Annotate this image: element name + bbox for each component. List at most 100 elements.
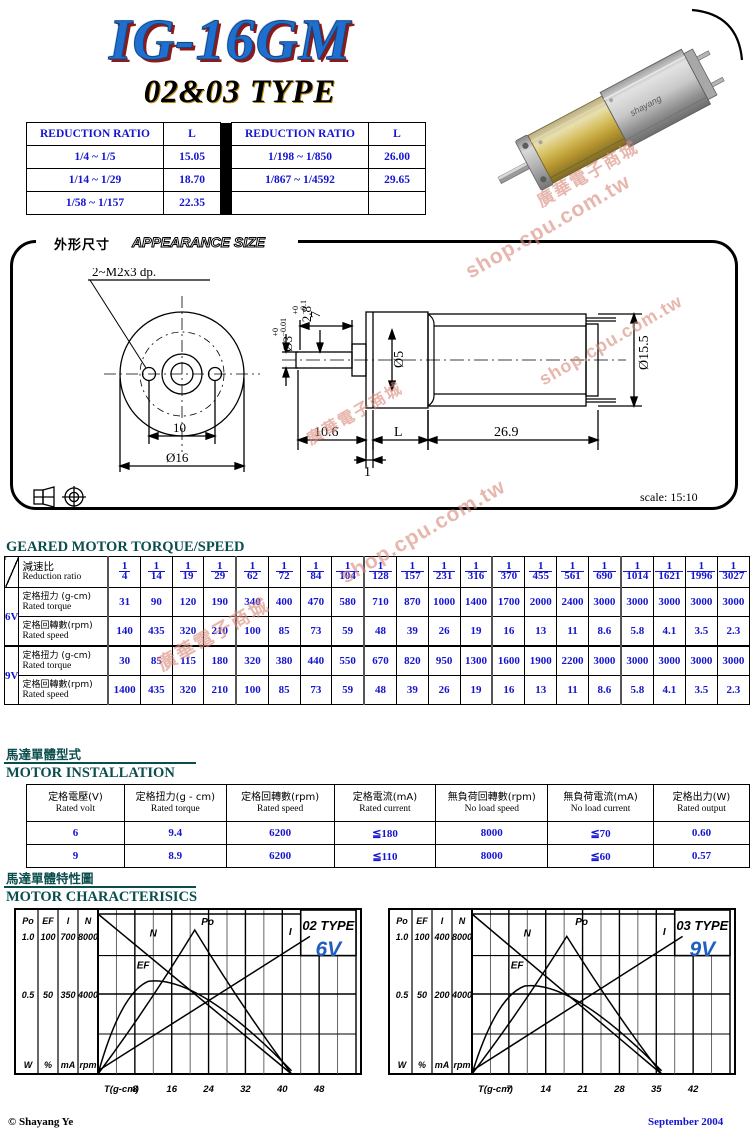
ts-speed-cell: 11 bbox=[556, 675, 589, 705]
chart-xtick: 14 bbox=[540, 1084, 551, 1095]
chart-axis-tick-mid: 50 bbox=[43, 990, 53, 1000]
ts-torque-cell: 3000 bbox=[587, 645, 622, 676]
mi-header-cell: 無負荷回轉數(rpm) No load speed bbox=[435, 784, 549, 822]
motor-characteristic-chart-02type: Po 1.0 0.5 W EF 100 50% I 700 350 mA N 8000 4000 rpm 02… bbox=[14, 908, 362, 1109]
ts-torque-cell: 120 bbox=[171, 587, 205, 617]
chart-axis-tick-hi: 8000 bbox=[78, 932, 98, 942]
appearance-title-en: APPEARANCE SIZE bbox=[131, 234, 266, 251]
ts-speed-cell: 16 bbox=[491, 675, 526, 705]
chart-voltage-label: 9V bbox=[690, 938, 718, 961]
chart-axis-tick-mid: 4000 bbox=[451, 990, 472, 1000]
col-reduction-ratio-left: REDUCTION RATIO bbox=[26, 122, 164, 146]
drawing-scale-label: scale: 15:10 bbox=[640, 490, 698, 504]
mi-header-row: 定格電壓(V) Rated volt 定格扭力(g - cm) Rated torqu… bbox=[26, 784, 750, 822]
ts-ratio-cell: 1 1621 bbox=[652, 556, 686, 588]
ts-speed-cell: 210 bbox=[203, 675, 237, 705]
ts-header-row: 減速比 Reduction ratio 1 4 1 14 1 19 1 29 1 62 1 72 1 84 1 1… bbox=[3, 556, 750, 588]
chart-xtick: 24 bbox=[202, 1084, 214, 1095]
chart-xtick: 28 bbox=[613, 1084, 625, 1095]
ts-torque-cell: 30 bbox=[107, 645, 142, 676]
ts-torque-cell: 400 bbox=[267, 587, 301, 617]
ts-torque-cell: 1900 bbox=[524, 645, 558, 676]
side-view-drawing: 7 Ø5 Ø15.5 10.6 L 1 26.9 bbox=[282, 311, 652, 480]
chart-axis-tick-hi: 1.0 bbox=[22, 932, 35, 942]
ts-torque-cell: 3000 bbox=[716, 587, 750, 617]
ts-torque-row: 9V 定格扭力 (g-cm) Rated torque 30 85 115 180 320 38… bbox=[3, 645, 750, 705]
ts-speed-cell: 2.3 bbox=[716, 675, 750, 705]
col-reduction-ratio-right: REDUCTION RATIO bbox=[231, 122, 369, 146]
chart-axis-name: Po bbox=[22, 916, 34, 926]
ts-ratio-cell: 1 128 bbox=[363, 556, 397, 588]
body-dia-dim: Ø15.5 bbox=[637, 335, 652, 370]
ts-ratio-cell: 1 104 bbox=[331, 556, 365, 588]
thread-note: 2~M2x3 dp. bbox=[92, 268, 156, 279]
ts-speed-cell: 19 bbox=[459, 675, 493, 705]
reduction-ratio-table: REDUCTION RATIO L REDUCTION RATIO L 1/4 … bbox=[26, 122, 426, 215]
ts-speed-cell: 435 bbox=[140, 675, 173, 705]
length-cell: 26.00 bbox=[368, 145, 426, 169]
ts-ratio-cell: 1 29 bbox=[203, 556, 237, 588]
ratio-cell: 1/58 ~ 1/157 bbox=[26, 191, 164, 215]
copyright-label: © Shayang Ye bbox=[8, 1116, 74, 1128]
bolt-circle-dim: 10 bbox=[173, 420, 186, 435]
ts-torque-cell: 85 bbox=[140, 645, 173, 676]
gearbox-length-dim: L bbox=[394, 425, 403, 440]
characteristics-heading-en: MOTOR CHARACTERISICS bbox=[6, 889, 198, 905]
length-cell: 22.35 bbox=[163, 191, 221, 215]
ts-ratio-cell: 1 455 bbox=[524, 556, 558, 588]
ts-torque-cell: 820 bbox=[395, 645, 429, 676]
ts-speed-cell: 8.6 bbox=[587, 675, 622, 705]
chart-xtick: 21 bbox=[576, 1084, 588, 1095]
mi-data-cell: ≦70 bbox=[547, 821, 654, 845]
chart-type-label: 03 TYPE bbox=[676, 918, 728, 933]
ts-speed-cell: 100 bbox=[235, 675, 269, 705]
chart-xtick: 40 bbox=[276, 1084, 288, 1095]
ts-torque-cell: 870 bbox=[395, 587, 429, 617]
chart-axis-tick-mid: 350 bbox=[60, 990, 75, 1000]
chart-axis-tick-hi: 100 bbox=[414, 932, 429, 942]
ts-torque-cell: 550 bbox=[331, 645, 365, 676]
ts-torque-cell: 3000 bbox=[652, 645, 686, 676]
ts-torque-cell: 3000 bbox=[619, 587, 654, 617]
ts-speed-cell: 100 bbox=[235, 616, 269, 647]
chart-xtick: 16 bbox=[166, 1084, 177, 1095]
ts-speed-cell: 210 bbox=[203, 616, 237, 647]
ts-ratio-cell: 1 561 bbox=[556, 556, 589, 588]
ts-speed-cell: 59 bbox=[331, 616, 365, 647]
ts-speed-cell: 26 bbox=[427, 675, 461, 705]
ts-torque-cell: 1300 bbox=[459, 645, 493, 676]
mi-data-cell: 6 bbox=[26, 821, 125, 845]
chart-axis-tick-hi: 400 bbox=[433, 932, 449, 942]
chart-xtick: 48 bbox=[313, 1084, 325, 1095]
ts-torque-cell: 1600 bbox=[491, 645, 526, 676]
torque-speed-heading: GEARED MOTOR TORQUE/SPEED bbox=[6, 538, 245, 556]
chart-xtick: 8 bbox=[132, 1084, 138, 1095]
mi-data-cell: ≦60 bbox=[547, 844, 654, 868]
ratio-cell: 1/198 ~ 1/850 bbox=[231, 145, 369, 169]
table-row: 1/14 ~ 1/29 18.70 1/867 ~ 1/4592 29.65 bbox=[26, 168, 426, 192]
chart-canvas-1: Po1.00.5WEF10050%I400200mAN80004000rpm03… bbox=[388, 908, 736, 1095]
ts-row-header-speed: 定格回轉數(rpm) Rated speed bbox=[18, 616, 109, 647]
mi-data-row: 9 8.9 6200 ≦110 8000 ≦60 0.57 bbox=[26, 844, 750, 868]
ts-speed-cell: 320 bbox=[171, 675, 205, 705]
length-cell: 15.05 bbox=[163, 145, 221, 169]
ts-torque-cell: 190 bbox=[203, 587, 237, 617]
chart-axis-tick-mid: 0.5 bbox=[22, 990, 36, 1000]
chart-curve-label-N: N bbox=[150, 928, 158, 939]
ts-torque-cell: 2200 bbox=[556, 645, 589, 676]
ts-speed-cell: 4.1 bbox=[652, 675, 686, 705]
ts-ratio-cell: 1 690 bbox=[587, 556, 622, 588]
ts-torque-cell: 580 bbox=[331, 587, 365, 617]
chart-xtick: 42 bbox=[687, 1084, 699, 1095]
mi-data-cell: 8.9 bbox=[123, 844, 227, 868]
geared-motor-torque-speed-table: 減速比 Reduction ratio 1 4 1 14 1 19 1 29 1 62 1 72 1 84 1 1… bbox=[3, 556, 750, 705]
chart-xtick: 32 bbox=[240, 1084, 251, 1095]
chart-axis-tick-mid: 4000 bbox=[77, 990, 98, 1000]
chart-axis-unit: % bbox=[418, 1060, 426, 1070]
step-dim: 1 bbox=[364, 465, 371, 480]
chart-axis-tick-hi: 8000 bbox=[452, 932, 472, 942]
ts-torque-cell: 3000 bbox=[587, 587, 622, 617]
ts-speed-cell: 13 bbox=[524, 675, 558, 705]
mi-data-cell: 8000 bbox=[435, 821, 549, 845]
motor-installation-table: 定格電壓(V) Rated volt 定格扭力(g - cm) Rated torqu… bbox=[26, 784, 750, 868]
